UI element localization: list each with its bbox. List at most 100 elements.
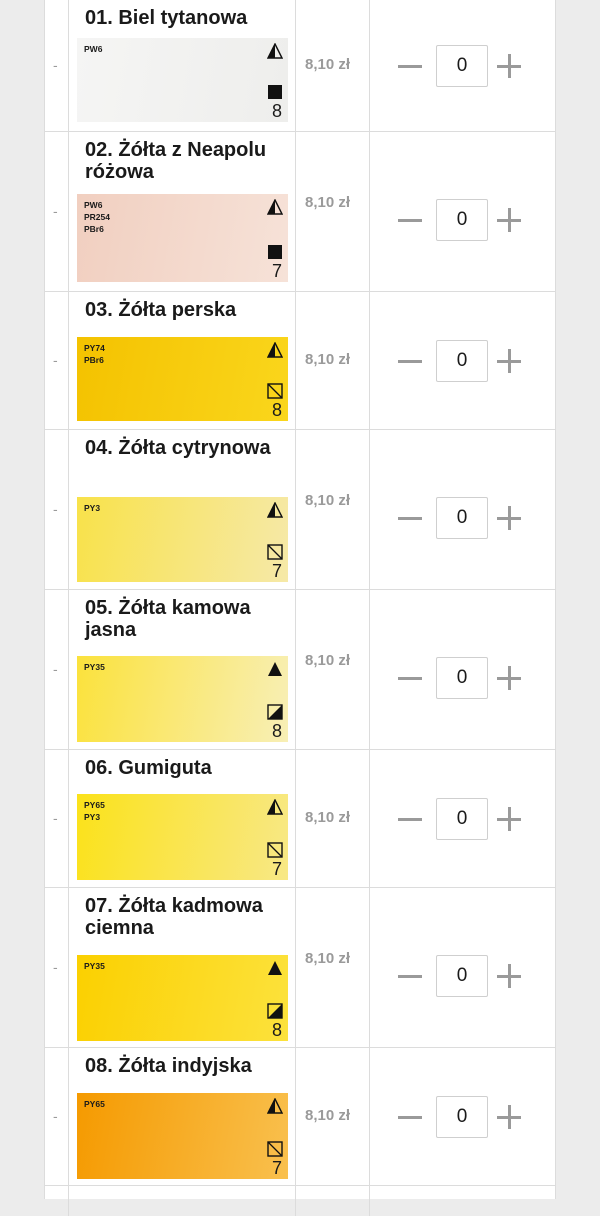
- pigment-code: PY35: [84, 662, 105, 672]
- price-cell: 8,10 zł: [295, 750, 369, 887]
- product-name[interactable]: 07. Żółta kadmowa ciemna: [85, 895, 295, 939]
- increase-quantity-button[interactable]: [497, 964, 521, 988]
- paint-table: - 01. Biel tytanowa PW6 8 8,10 zł - 02. Żółta …: [44, 0, 556, 1216]
- lightfastness-rating: 8: [271, 1020, 282, 1040]
- table-row: - 06. Gumiguta PY65 PY3 7 8,10 zł: [45, 750, 555, 888]
- decrease-quantity-button[interactable]: [398, 964, 422, 988]
- pigment-code: PY65: [84, 1099, 105, 1109]
- table-row: - 05. Żółta kamowa jasna PY35 8 8,10 zł: [45, 590, 555, 750]
- pigment-codes: PY35: [84, 960, 105, 972]
- increase-quantity-button[interactable]: [497, 666, 521, 690]
- lightfastness-rating: 8: [271, 400, 282, 420]
- row-marker-cell: [45, 1186, 69, 1216]
- transparency-icon: [266, 1097, 284, 1114]
- pigment-codes: PY65: [84, 1098, 105, 1110]
- table-row: - 01. Biel tytanowa PW6 8 8,10 zł: [45, 0, 555, 132]
- price-cell: 8,10 zł: [295, 430, 369, 589]
- lightfastness-icon: [267, 1003, 283, 1019]
- increase-quantity-button[interactable]: [497, 208, 521, 232]
- product-name[interactable]: 01. Biel tytanowa: [85, 7, 295, 29]
- quantity-input[interactable]: [436, 199, 488, 241]
- decrease-quantity-button[interactable]: [398, 54, 422, 78]
- quantity-input[interactable]: [436, 340, 488, 382]
- quantity-input[interactable]: [436, 657, 488, 699]
- decrease-quantity-button[interactable]: [398, 506, 422, 530]
- product-name[interactable]: 08. Żółta indyjska: [85, 1055, 295, 1077]
- color-swatch: PY74 PBr6 8: [77, 337, 288, 421]
- price-cell: 8,10 zł: [295, 132, 369, 291]
- price: 8,10 zł: [305, 351, 351, 368]
- table-row: - 07. Żółta kadmowa ciemna PY35 8 8,10 zł: [45, 888, 555, 1048]
- lightfastness-rating: 7: [271, 859, 282, 879]
- pigment-codes: PW6 PR254 PBr6: [84, 199, 110, 235]
- pigment-code: PY3: [84, 812, 101, 822]
- color-swatch: PY35 8: [77, 955, 288, 1041]
- color-swatch: PW6 8: [77, 38, 288, 122]
- row-marker: -: [53, 352, 58, 368]
- row-marker: -: [53, 661, 58, 677]
- quantity-cell: [369, 750, 555, 887]
- row-marker-cell: -: [45, 590, 69, 749]
- transparency-icon: [266, 341, 284, 358]
- lightfastness-icon: [267, 84, 283, 100]
- decrease-quantity-button[interactable]: [398, 1105, 422, 1129]
- price: 8,10 zł: [305, 56, 351, 73]
- transparency-icon: [266, 798, 284, 815]
- quantity-cell: [369, 430, 555, 589]
- decrease-quantity-button[interactable]: [398, 208, 422, 232]
- product-name[interactable]: 02. Żółta z Neapolu różowa: [85, 139, 295, 183]
- transparency-icon: [267, 960, 283, 976]
- product-name[interactable]: 03. Żółta perska: [85, 299, 295, 321]
- color-swatch: PW6 PR254 PBr6 7: [77, 194, 288, 282]
- color-swatch: PY3 7: [77, 497, 288, 582]
- pigment-codes: PY65 PY3: [84, 799, 105, 823]
- increase-quantity-button[interactable]: [497, 506, 521, 530]
- increase-quantity-button[interactable]: [497, 1105, 521, 1129]
- transparency-icon: [267, 661, 283, 677]
- pigment-code: PW6: [84, 44, 103, 54]
- row-marker: -: [53, 57, 58, 73]
- price-cell: [295, 1186, 369, 1216]
- quantity-cell: [369, 292, 555, 429]
- price: 8,10 zł: [305, 809, 351, 826]
- pigment-code: PW6: [84, 200, 103, 210]
- table-row: [45, 1186, 555, 1216]
- product-name[interactable]: 06. Gumiguta: [85, 757, 295, 779]
- lightfastness-icon: [267, 704, 283, 720]
- color-swatch: PY35 8: [77, 656, 288, 742]
- lightfastness-icon: [267, 842, 283, 858]
- quantity-input[interactable]: [436, 497, 488, 539]
- lightfastness-icon: [267, 544, 283, 560]
- price: 8,10 zł: [305, 652, 351, 669]
- pigment-codes: PY3: [84, 502, 100, 514]
- transparency-icon: [266, 42, 284, 59]
- table-row: - 04. Żółta cytrynowa PY3 7 8,10 zł: [45, 430, 555, 590]
- lightfastness-rating: 8: [271, 101, 282, 121]
- increase-quantity-button[interactable]: [497, 807, 521, 831]
- decrease-quantity-button[interactable]: [398, 349, 422, 373]
- table-row: - 02. Żółta z Neapolu różowa PW6 PR254 PBr6 7…: [45, 132, 555, 292]
- increase-quantity-button[interactable]: [497, 54, 521, 78]
- price: 8,10 zł: [305, 950, 351, 967]
- increase-quantity-button[interactable]: [497, 349, 521, 373]
- price-cell: 8,10 zł: [295, 0, 369, 131]
- pigment-code: PR254: [84, 212, 110, 222]
- product-name[interactable]: 05. Żółta kamowa jasna: [85, 597, 295, 641]
- row-marker: -: [53, 810, 58, 826]
- decrease-quantity-button[interactable]: [398, 807, 422, 831]
- price-cell: 8,10 zł: [295, 590, 369, 749]
- quantity-input[interactable]: [436, 45, 488, 87]
- pigment-code: PY74: [84, 343, 105, 353]
- row-marker-cell: -: [45, 430, 69, 589]
- quantity-input[interactable]: [436, 798, 488, 840]
- quantity-input[interactable]: [436, 1096, 488, 1138]
- decrease-quantity-button[interactable]: [398, 666, 422, 690]
- quantity-input[interactable]: [436, 955, 488, 997]
- row-marker: -: [53, 203, 58, 219]
- row-marker-cell: -: [45, 0, 69, 131]
- row-marker-cell: -: [45, 1048, 69, 1185]
- quantity-cell: [369, 1186, 555, 1216]
- product-name[interactable]: 04. Żółta cytrynowa: [85, 437, 295, 459]
- quantity-cell: [369, 1048, 555, 1185]
- lightfastness-rating: 7: [271, 261, 282, 281]
